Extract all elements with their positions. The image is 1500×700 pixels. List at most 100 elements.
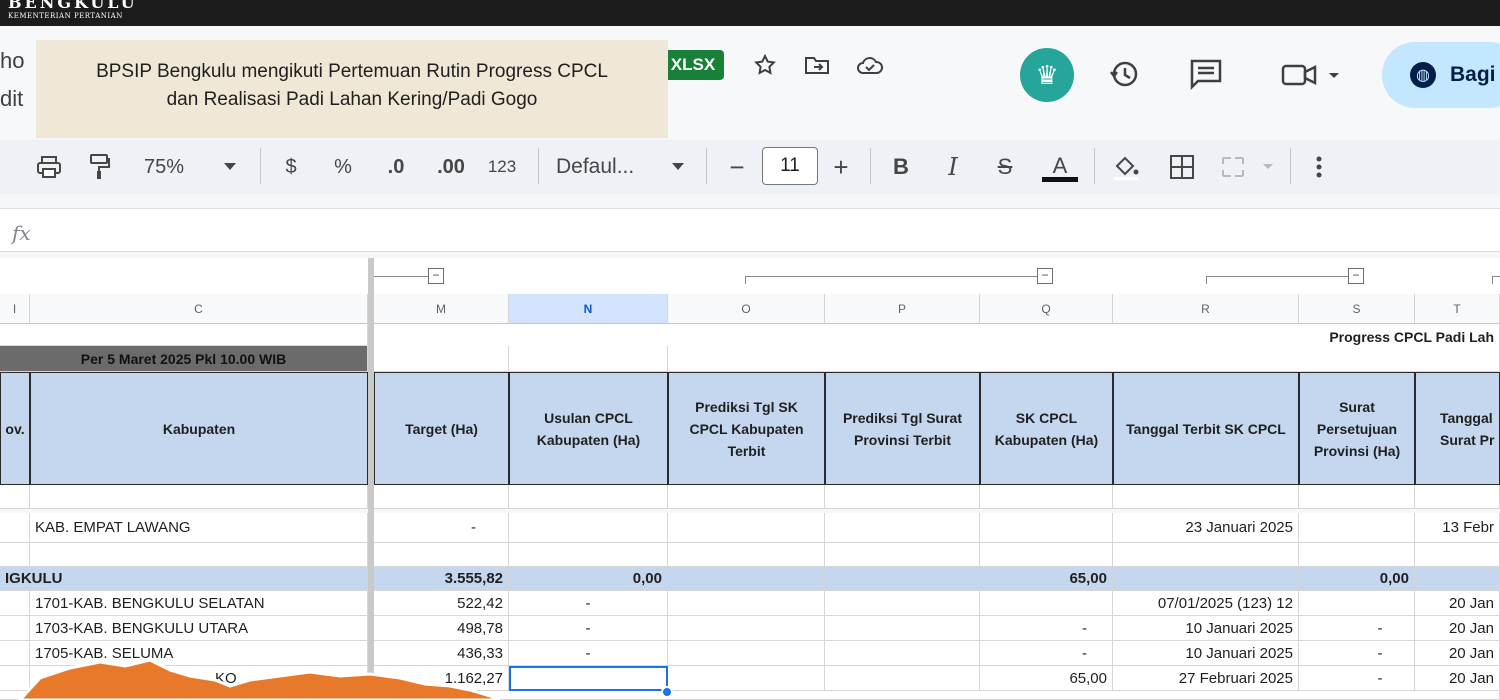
tanggal-sk-cell[interactable]: 27 Februari 2025 [1113, 666, 1299, 691]
avatar[interactable]: ♛ [1020, 48, 1074, 102]
font-dropdown-icon[interactable] [668, 140, 688, 194]
sheet-title[interactable]: Progress CPCL Padi Lah [374, 324, 1500, 346]
sk-cell[interactable] [980, 591, 1113, 616]
menu-edit[interactable]: dit [0, 86, 23, 112]
cell[interactable] [980, 485, 1113, 509]
usulan-cell[interactable]: - [509, 641, 668, 666]
header-tanggal-sk[interactable]: Tanggal Terbit SK CPCL [1113, 372, 1299, 485]
move-folder-icon[interactable] [802, 50, 832, 80]
font-size-decrease-button[interactable]: − [722, 140, 752, 194]
paint-format-icon[interactable] [82, 140, 118, 194]
header-prediksi-surat[interactable]: Prediksi Tgl Surat Provinsi Terbit [825, 372, 980, 485]
column-header-s[interactable]: S [1299, 294, 1415, 324]
province-surat-cell[interactable]: 0,00 [1299, 567, 1415, 591]
header-sk-cpcl[interactable]: SK CPCL Kabupaten (Ha) [980, 372, 1113, 485]
tanggal-surat-cell[interactable]: 20 Jan [1415, 666, 1500, 691]
cell[interactable] [668, 641, 825, 666]
doc-title[interactable]: ho [0, 48, 24, 74]
cell[interactable] [668, 346, 1500, 372]
increase-decimal-button[interactable]: .00 [428, 140, 474, 194]
cell[interactable] [668, 666, 825, 691]
cell[interactable] [1113, 543, 1299, 567]
cell[interactable] [668, 567, 825, 591]
cell[interactable] [825, 485, 980, 509]
header-surat[interactable]: Surat Persetujuan Provinsi (Ha) [1299, 372, 1415, 485]
fill-color-icon[interactable] [1108, 140, 1144, 194]
cell[interactable] [0, 324, 368, 346]
borders-icon[interactable] [1164, 140, 1200, 194]
decrease-decimal-button[interactable]: .0 [376, 140, 416, 194]
tanggal-sk-cell[interactable]: 10 Januari 2025 [1113, 616, 1299, 641]
header-kabupaten[interactable]: Kabupaten [30, 372, 368, 485]
sk-cell[interactable]: 65,00 [980, 666, 1113, 691]
province-usulan-cell[interactable]: 0,00 [509, 567, 668, 591]
cell[interactable] [30, 485, 368, 509]
number-format-button[interactable]: 123 [482, 140, 522, 194]
header-prediksi-sk[interactable]: Prediksi Tgl SK CPCL Kabupaten Terbit [668, 372, 825, 485]
tanggal-surat-cell[interactable]: 13 Febr [1415, 513, 1500, 543]
cell[interactable] [668, 513, 825, 543]
font-select[interactable]: Defaul... [556, 140, 656, 194]
cell[interactable] [30, 543, 368, 567]
cell[interactable] [0, 513, 30, 543]
merge-cells-icon[interactable] [1216, 140, 1278, 194]
text-color-button[interactable]: A [1040, 140, 1080, 194]
surat-cell[interactable]: - [1299, 616, 1415, 641]
cell[interactable] [668, 485, 825, 509]
cell[interactable] [668, 616, 825, 641]
bold-button[interactable]: B [886, 140, 916, 194]
sk-cell[interactable]: - [980, 641, 1113, 666]
frozen-column-divider[interactable] [368, 258, 374, 700]
cell[interactable] [1113, 567, 1299, 591]
kabupaten-cell[interactable]: KAB. EMPAT LAWANG [30, 513, 368, 543]
column-header-n[interactable]: N [509, 294, 668, 324]
kabupaten-cell[interactable]: 1701-KAB. BENGKULU SELATAN [30, 591, 368, 616]
cell[interactable] [825, 567, 980, 591]
cell[interactable] [509, 346, 668, 372]
cell[interactable] [509, 485, 668, 509]
zoom-value[interactable]: 75% [134, 140, 194, 194]
cell[interactable] [1299, 513, 1415, 543]
cell[interactable] [825, 666, 980, 691]
star-icon[interactable] [750, 50, 780, 80]
cell[interactable] [1299, 485, 1415, 509]
province-name-cell[interactable]: IGKULU [0, 567, 368, 591]
cell[interactable] [980, 513, 1113, 543]
strikethrough-button[interactable]: S [990, 140, 1020, 194]
kabupaten-cell[interactable]: 1703-KAB. BENGKULU UTARA [30, 616, 368, 641]
usulan-cell[interactable]: - [509, 616, 668, 641]
currency-button[interactable]: $ [276, 140, 306, 194]
tanggal-surat-cell[interactable]: 20 Jan [1415, 616, 1500, 641]
italic-button[interactable]: I [938, 140, 968, 194]
header-tanggal-surat[interactable]: Tanggal Surat Pr [1415, 372, 1500, 485]
cell[interactable] [825, 513, 980, 543]
cell[interactable] [825, 591, 980, 616]
column-header-r[interactable]: R [1113, 294, 1299, 324]
tanggal-sk-cell[interactable]: 07/01/2025 (123) 12 [1113, 591, 1299, 616]
tanggal-surat-cell[interactable]: 20 Jan [1415, 591, 1500, 616]
cell[interactable] [509, 513, 668, 543]
cell[interactable] [0, 616, 30, 641]
column-header-p[interactable]: P [825, 294, 980, 324]
print-icon[interactable] [30, 140, 68, 194]
zoom-dropdown-icon[interactable] [220, 140, 240, 194]
cell[interactable] [1113, 485, 1299, 509]
cell[interactable] [509, 543, 668, 567]
surat-cell[interactable]: - [1299, 641, 1415, 666]
font-size-increase-button[interactable]: + [826, 140, 856, 194]
cell[interactable] [825, 616, 980, 641]
province-target-cell[interactable]: 3.555,82 [374, 567, 509, 591]
group-collapse-icon[interactable]: − [428, 268, 444, 284]
column-header-o[interactable]: O [668, 294, 825, 324]
cell[interactable] [1415, 543, 1500, 567]
column-header-q[interactable]: Q [980, 294, 1113, 324]
sk-cell[interactable]: - [980, 616, 1113, 641]
percent-button[interactable]: % [328, 140, 358, 194]
cell[interactable] [825, 641, 980, 666]
font-size-input[interactable]: 11 [762, 147, 818, 185]
cell[interactable] [825, 543, 980, 567]
fill-handle[interactable] [661, 686, 673, 698]
cell[interactable] [0, 591, 30, 616]
cell[interactable] [374, 485, 509, 509]
cell[interactable] [668, 591, 825, 616]
